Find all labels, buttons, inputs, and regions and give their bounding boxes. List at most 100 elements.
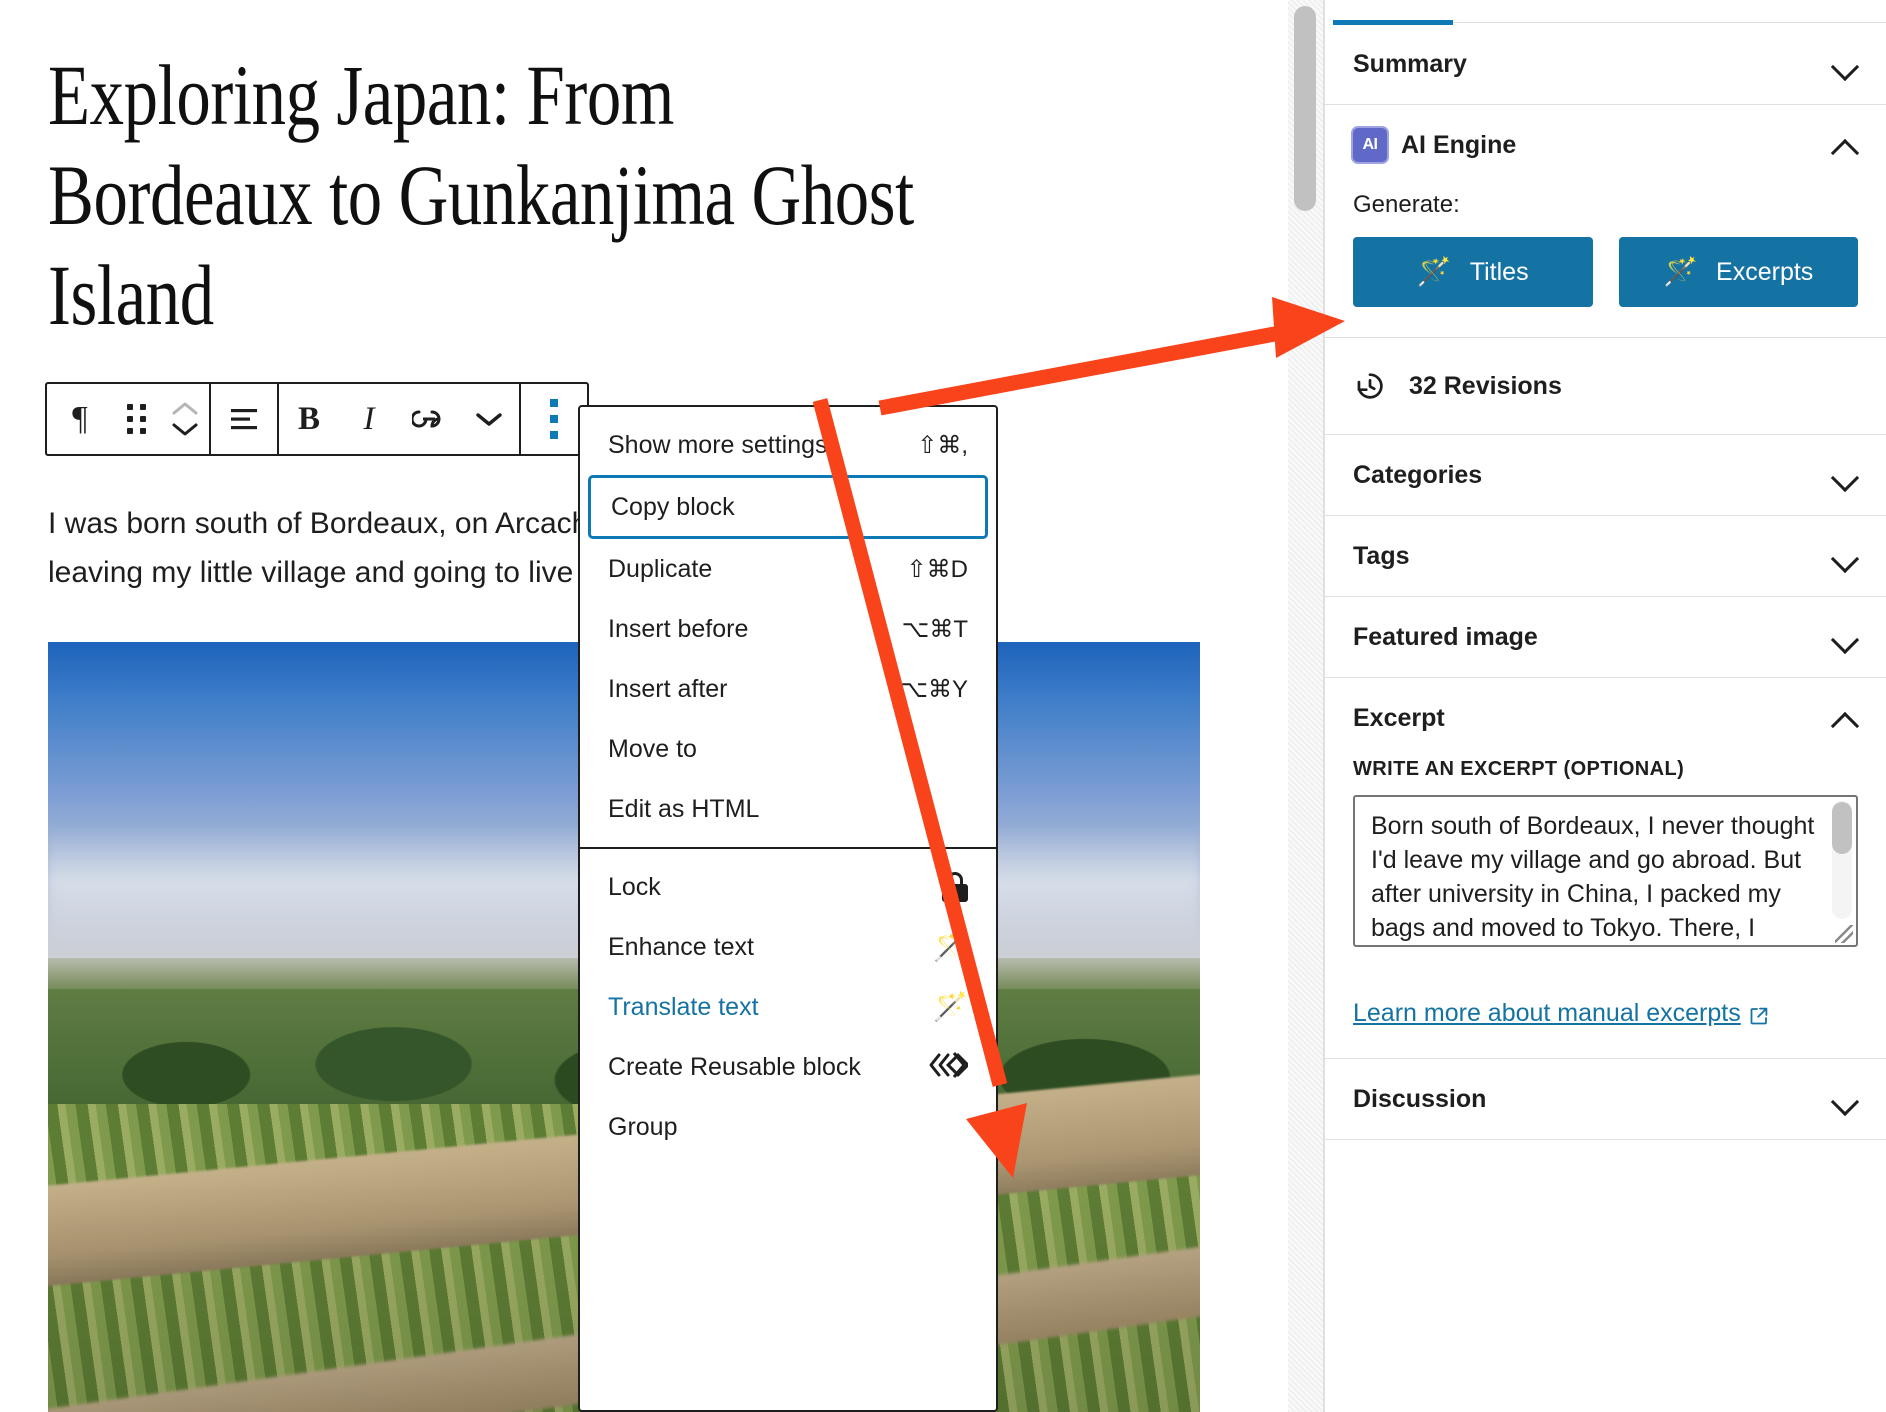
generate-excerpts-label: Excerpts (1716, 257, 1814, 286)
more-formats-chevron-down-icon[interactable] (459, 384, 519, 454)
chevron-down-icon[interactable] (1832, 51, 1858, 77)
excerpt-link-row: Learn more about manual excerpts (1353, 973, 1858, 1058)
learn-more-label: Learn more about manual excerpts (1353, 999, 1741, 1027)
magic-wand-icon: 🪄 (1663, 256, 1699, 287)
toolbar-group-format: B I (279, 384, 519, 454)
paragraph-glyph: ¶ (72, 400, 88, 437)
settings-sidebar: Summary AI AI Engine Generate: 🪄 Titles (1324, 0, 1886, 1412)
panel-featured-image: Featured image (1325, 597, 1886, 678)
magic-wand-icon: 🪄 (933, 931, 968, 962)
six-dots-glyph (127, 403, 147, 435)
post-title[interactable]: Exploring Japan: From Bordeaux to Gunkan… (48, 46, 944, 345)
link-icon[interactable] (399, 384, 459, 454)
excerpt-scrollbar-thumb[interactable] (1832, 802, 1852, 854)
excerpt-body: WRITE AN EXCERPT (OPTIONAL) Born south o… (1353, 758, 1858, 973)
panel-title-discussion: Discussion (1353, 1084, 1487, 1113)
chevron-down-icon[interactable] (1832, 624, 1858, 650)
menu-item-edit-as-html[interactable]: Edit as HTML (580, 779, 996, 839)
chevron-up-icon[interactable] (1832, 132, 1858, 158)
menu-item-move-to[interactable]: Move to (580, 719, 996, 779)
menu-item-label: Create Reusable block (608, 1052, 861, 1081)
reusable-block-icon (928, 1050, 971, 1085)
active-tab-indicator (1333, 20, 1453, 25)
menu-item-enhance-text[interactable]: Enhance text 🪄 (580, 917, 996, 977)
menu-item-label: Insert before (608, 614, 749, 643)
panel-title-categories: Categories (1353, 460, 1483, 489)
panel-summary: Summary (1325, 24, 1886, 105)
panel-discussion: Discussion (1325, 1059, 1886, 1140)
generate-titles-button[interactable]: 🪄 Titles (1353, 237, 1593, 307)
panel-header-ai-engine[interactable]: AI AI Engine (1353, 105, 1858, 185)
panel-header-summary[interactable]: Summary (1353, 24, 1858, 104)
panel-title-ai-engine-wrap: AI AI Engine (1353, 128, 1516, 162)
menu-item-label: Show more settings (608, 430, 828, 459)
menu-item-show-more-settings[interactable]: Show more settings ⇧⌘, (580, 415, 996, 475)
chevron-down-icon[interactable] (1832, 543, 1858, 569)
paragraph-type-icon[interactable]: ¶ (47, 384, 113, 454)
menu-item-label: Move to (608, 734, 697, 763)
align-glyph (231, 409, 257, 430)
textarea-resize-handle[interactable] (1835, 925, 1853, 943)
menu-item-label: Group (608, 1112, 678, 1141)
chevron-up-icon (172, 402, 198, 415)
menu-item-shortcut: ⇧⌘D (906, 555, 968, 583)
chevron-down-icon[interactable] (1832, 462, 1858, 488)
block-options-menu: Show more settings ⇧⌘, Copy block Duplic… (578, 405, 998, 1412)
app-root: Exploring Japan: From Bordeaux to Gunkan… (0, 0, 1886, 1412)
menu-item-create-reusable-block[interactable]: Create Reusable block (580, 1037, 996, 1097)
align-text-icon[interactable] (211, 384, 277, 454)
chevron-up-icon[interactable] (1832, 705, 1858, 731)
move-updown-buttons[interactable] (161, 384, 209, 454)
learn-more-manual-excerpts-link[interactable]: Learn more about manual excerpts (1353, 999, 1769, 1028)
menu-item-copy-block[interactable]: Copy block (588, 475, 988, 539)
generate-excerpts-button[interactable]: 🪄 Excerpts (1618, 237, 1858, 307)
menu-item-insert-after[interactable]: Insert after ⌥⌘Y (580, 659, 996, 719)
editor-canvas: Exploring Japan: From Bordeaux to Gunkan… (0, 0, 1295, 1412)
bold-button[interactable]: B (279, 384, 339, 454)
panel-revisions: 32 Revisions (1325, 338, 1886, 435)
panel-header-tags[interactable]: Tags (1353, 516, 1858, 596)
menu-item-translate-text[interactable]: Translate text 🪄 (580, 977, 996, 1037)
menu-item-label: Lock (608, 872, 661, 901)
history-icon (1353, 369, 1387, 403)
menu-item-lock[interactable]: Lock (580, 857, 996, 917)
panel-header-categories[interactable]: Categories (1353, 435, 1858, 515)
panel-title-featured-image: Featured image (1353, 622, 1538, 651)
panel-title-excerpt: Excerpt (1353, 703, 1445, 732)
block-toolbar: ¶ B I (45, 382, 589, 456)
panel-title-tags: Tags (1353, 541, 1410, 570)
panel-header-excerpt[interactable]: Excerpt (1353, 678, 1858, 758)
bold-glyph: B (297, 400, 320, 437)
menu-item-group[interactable]: Group (580, 1097, 996, 1157)
lock-icon (942, 872, 968, 902)
panel-title-summary: Summary (1353, 49, 1467, 78)
drag-handle-icon[interactable] (113, 384, 161, 454)
chevron-down-icon (172, 423, 198, 436)
menu-item-label: Translate text (608, 992, 759, 1021)
menu-item-label: Duplicate (608, 554, 713, 583)
history-glyph (1357, 373, 1383, 399)
excerpt-value: Born south of Bordeaux, I never thought … (1371, 812, 1815, 942)
generate-titles-label: Titles (1469, 257, 1529, 286)
panel-header-featured-image[interactable]: Featured image (1353, 597, 1858, 677)
kebab-glyph (550, 399, 558, 439)
menu-item-duplicate[interactable]: Duplicate ⇧⌘D (580, 539, 996, 599)
menu-item-insert-before[interactable]: Insert before ⌥⌘T (580, 599, 996, 659)
panel-title-ai-engine: AI Engine (1401, 130, 1517, 159)
panel-categories: Categories (1325, 435, 1886, 516)
menu-item-label: Edit as HTML (608, 794, 760, 823)
link-glyph (412, 410, 441, 428)
panel-ai-engine: AI AI Engine Generate: 🪄 Titles 🪄 Excerp… (1325, 105, 1886, 338)
chevron-down-icon[interactable] (1832, 1086, 1858, 1112)
excerpt-textarea[interactable]: Born south of Bordeaux, I never thought … (1353, 795, 1858, 947)
italic-button[interactable]: I (339, 384, 399, 454)
panel-excerpt: Excerpt WRITE AN EXCERPT (OPTIONAL) Born… (1325, 678, 1886, 1059)
panel-header-discussion[interactable]: Discussion (1353, 1059, 1858, 1139)
sidebar-scrollbar-track[interactable] (1288, 0, 1324, 1412)
generate-buttons: 🪄 Titles 🪄 Excerpts (1353, 237, 1858, 337)
menu-item-label: Insert after (608, 674, 728, 703)
excerpt-field-label: WRITE AN EXCERPT (OPTIONAL) (1353, 758, 1685, 780)
revisions-row[interactable]: 32 Revisions (1353, 338, 1858, 434)
italic-glyph: I (363, 400, 375, 437)
sidebar-scrollbar-thumb[interactable] (1294, 6, 1316, 211)
